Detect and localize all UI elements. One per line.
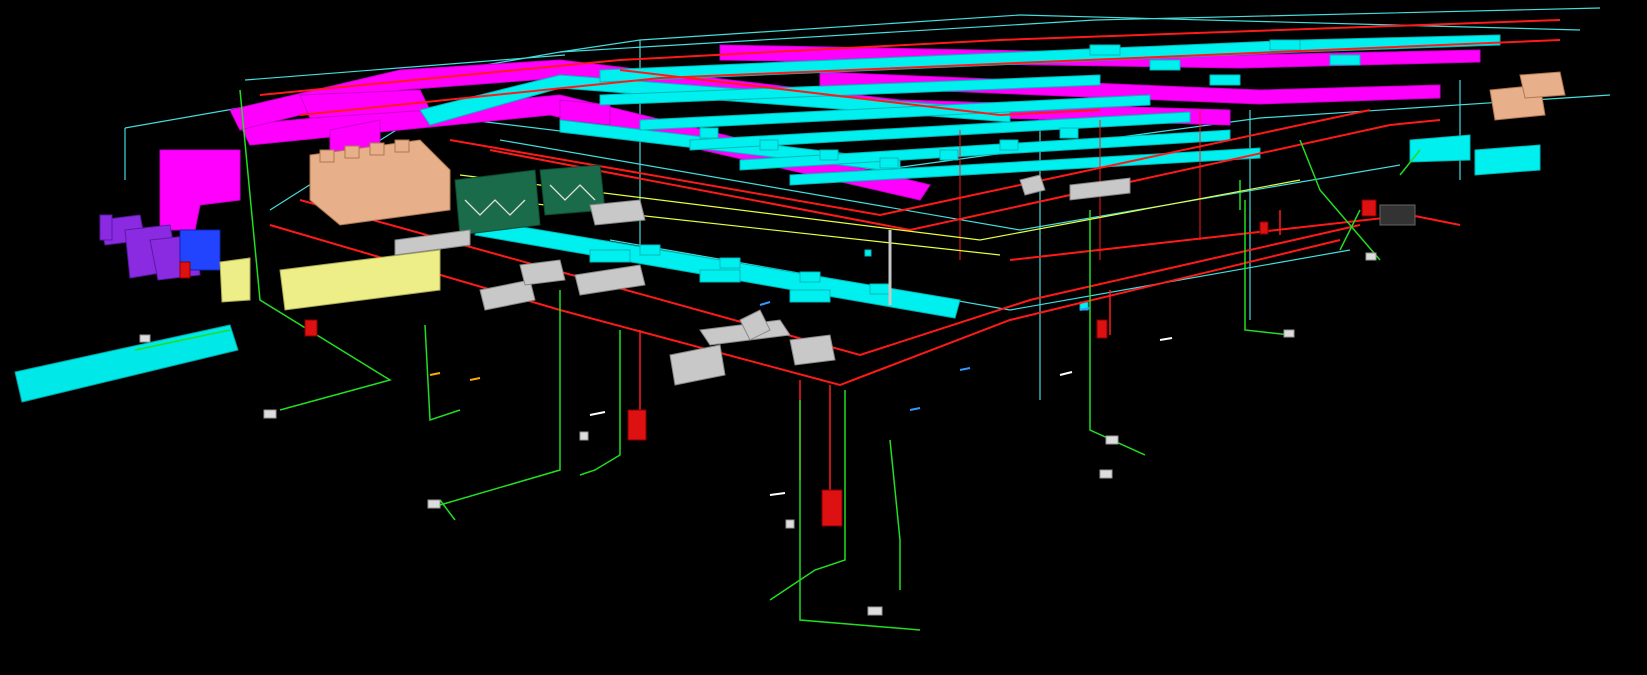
mep-model-scene[interactable] [0,0,1647,675]
fire-equipment[interactable] [179,199,1377,527]
3d-model-viewport[interactable] [0,0,1647,675]
misc-fittings [429,301,1173,496]
detached-duct-segment[interactable] [14,324,239,403]
air-handling-units[interactable] [219,249,441,311]
floor-drain-fixtures[interactable] [139,252,1377,616]
tank-unit[interactable] [1379,204,1416,226]
chiller-units[interactable] [454,164,606,236]
